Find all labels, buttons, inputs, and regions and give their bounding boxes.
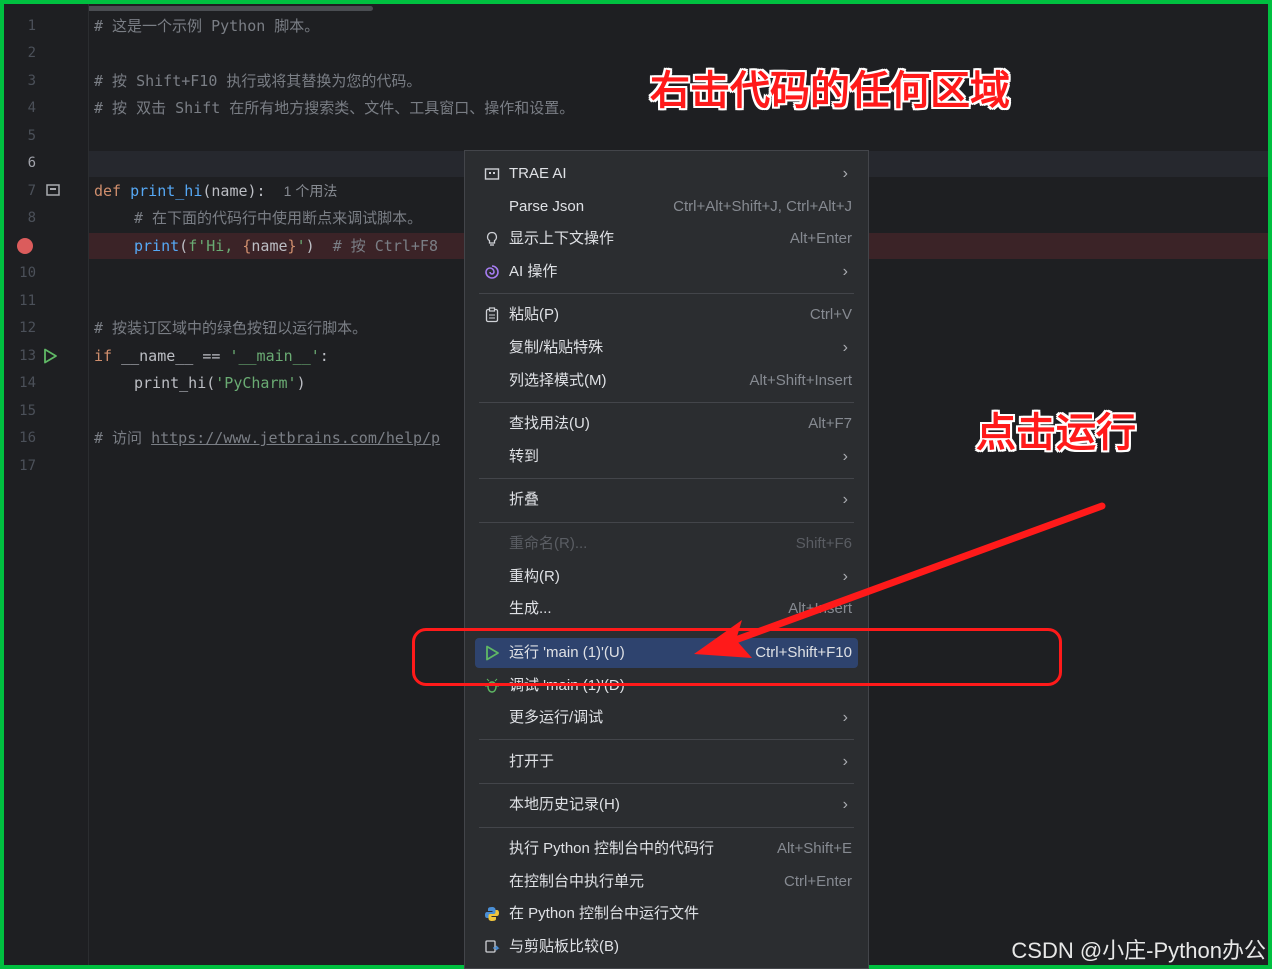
callout-arrow [694,502,1106,658]
watermark: CSDN @小庄-Python办公 [1011,938,1266,963]
